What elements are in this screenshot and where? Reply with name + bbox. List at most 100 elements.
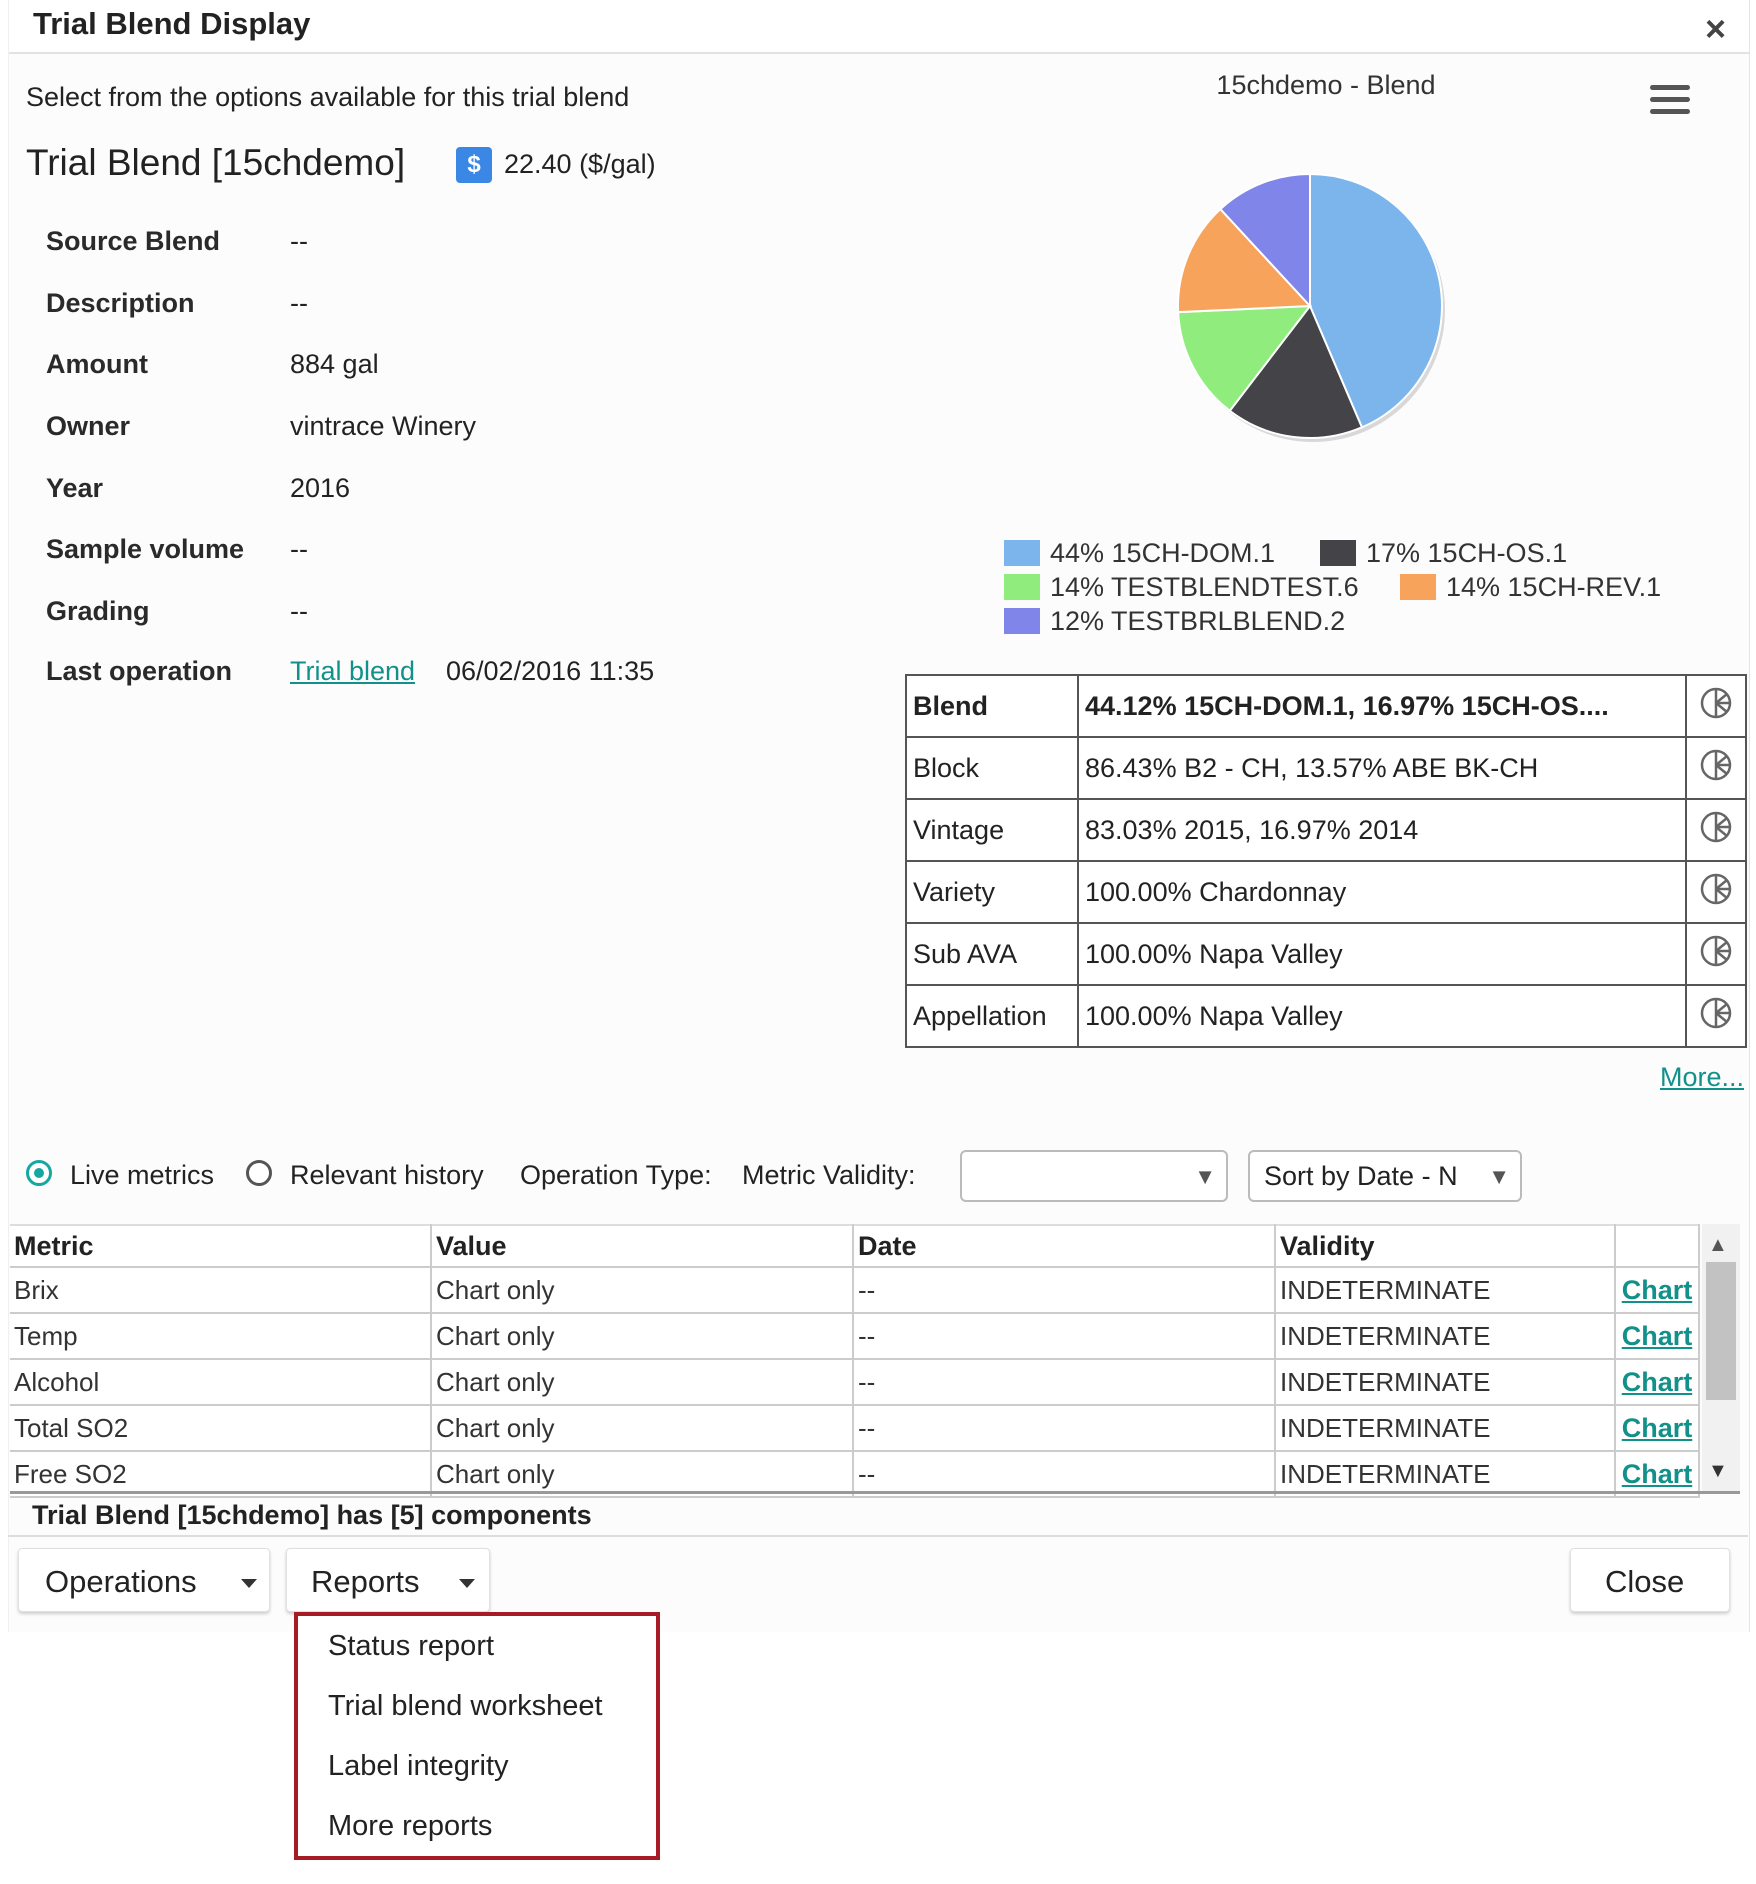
components-summary: Trial Blend [15chdemo] has [5] component… <box>32 1500 592 1530</box>
live-metrics-radio[interactable] <box>26 1160 52 1186</box>
cell-date: -- <box>853 1313 1276 1360</box>
pie-chart-icon[interactable] <box>1685 674 1747 738</box>
legend-item[interactable]: 44% 15CH-DOM.1 <box>1004 538 1275 569</box>
property-value: -- <box>290 534 308 564</box>
menu-item-trial-blend-worksheet[interactable]: Trial blend worksheet <box>328 1690 603 1723</box>
more-link[interactable]: More... <box>1660 1062 1744 1093</box>
menu-item-more-reports[interactable]: More reports <box>328 1810 492 1843</box>
legend-swatch <box>1004 608 1040 634</box>
dollar-icon[interactable]: $ <box>456 147 492 183</box>
property-value: -- <box>290 596 308 626</box>
chart-title: 15chdemo - Blend <box>1216 70 1436 100</box>
composition-value: 44.12% 15CH-DOM.1, 16.97% 15CH-OS.... <box>1077 674 1687 738</box>
property-value: 2016 <box>290 473 351 503</box>
composition-key: Blend <box>905 674 1079 738</box>
pie-chart-icon[interactable] <box>1685 798 1747 862</box>
composition-table: Blend 44.12% 15CH-DOM.1, 16.97% 15CH-OS..… <box>905 674 1747 1048</box>
close-button[interactable]: Close <box>1570 1548 1730 1612</box>
last-operation-label: Last operation <box>46 656 233 686</box>
instructions-text: Select from the options available for th… <box>26 82 630 112</box>
composition-value: 100.00% Napa Valley <box>1077 922 1687 986</box>
cell-value: Chart only <box>431 1405 854 1452</box>
chart-link[interactable]: Chart <box>1615 1405 1700 1452</box>
table-divider <box>10 1491 1740 1494</box>
column-header-value[interactable]: Value <box>431 1224 854 1268</box>
pie-chart-icon[interactable] <box>1685 984 1747 1048</box>
cell-value: Chart only <box>431 1359 854 1406</box>
close-icon[interactable]: × <box>1705 8 1726 50</box>
dropdown-arrow-icon: ▼ <box>1194 1164 1216 1189</box>
legend-item[interactable]: 12% TESTBRLBLEND.2 <box>1004 606 1345 637</box>
scrollbar-thumb[interactable] <box>1706 1262 1736 1400</box>
legend-swatch <box>1400 574 1436 600</box>
cell-date: -- <box>853 1267 1276 1314</box>
cell-validity: INDETERMINATE <box>1275 1405 1616 1452</box>
legend-item[interactable]: 17% 15CH-OS.1 <box>1320 538 1567 569</box>
composition-value: 100.00% Napa Valley <box>1077 984 1687 1048</box>
legend-item[interactable]: 14% TESTBLENDTEST.6 <box>1004 572 1359 603</box>
reports-button[interactable]: Reports <box>286 1548 490 1612</box>
property-label: Grading <box>46 596 150 626</box>
composition-key: Vintage <box>905 798 1079 862</box>
composition-row: Sub AVA 100.00% Napa Valley <box>905 922 1747 986</box>
composition-row: Block 86.43% B2 - CH, 13.57% ABE BK-CH <box>905 736 1747 800</box>
pie-chart-icon[interactable] <box>1685 922 1747 986</box>
composition-key: Appellation <box>905 984 1079 1048</box>
relevant-history-label: Relevant history <box>290 1160 484 1190</box>
cell-validity: INDETERMINATE <box>1275 1267 1616 1314</box>
dialog-title: Trial Blend Display <box>33 6 311 41</box>
blend-title: Trial Blend [15chdemo] <box>26 142 406 183</box>
chart-link[interactable]: Chart <box>1615 1267 1700 1314</box>
property-value: vintrace Winery <box>290 411 477 441</box>
composition-key: Sub AVA <box>905 922 1079 986</box>
cell-metric: Brix <box>10 1267 432 1314</box>
chart-link[interactable]: Chart <box>1615 1313 1700 1360</box>
pie-chart-icon[interactable] <box>1685 736 1747 800</box>
live-metrics-label: Live metrics <box>70 1160 215 1190</box>
column-header-validity[interactable]: Validity <box>1275 1224 1616 1268</box>
chart-menu-icon[interactable] <box>1650 85 1690 115</box>
scroll-up-icon[interactable]: ▲ <box>1708 1234 1728 1257</box>
price-per-gallon: 22.40 ($/gal) <box>504 149 656 179</box>
property-label: Owner <box>46 411 131 441</box>
caret-down-icon <box>241 1579 257 1588</box>
composition-row: Blend 44.12% 15CH-DOM.1, 16.97% 15CH-OS..… <box>905 674 1747 738</box>
last-operation-date: 06/02/2016 11:35 <box>446 656 655 686</box>
chart-link[interactable]: Chart <box>1615 1359 1700 1406</box>
menu-item-label-integrity[interactable]: Label integrity <box>328 1750 509 1783</box>
caret-down-icon <box>459 1579 475 1588</box>
composition-row: Vintage 83.03% 2015, 16.97% 2014 <box>905 798 1747 862</box>
pie-chart-icon[interactable] <box>1685 860 1747 924</box>
cell-validity: INDETERMINATE <box>1275 1359 1616 1406</box>
last-operation-link[interactable]: Trial blend <box>290 656 415 687</box>
composition-value: 83.03% 2015, 16.97% 2014 <box>1077 798 1687 862</box>
property-label: Source Blend <box>46 226 221 256</box>
composition-key: Block <box>905 736 1079 800</box>
column-header-metric[interactable]: Metric <box>10 1224 432 1268</box>
operations-button[interactable]: Operations <box>18 1548 270 1612</box>
table-row: Brix Chart only -- INDETERMINATE Chart <box>10 1267 1700 1314</box>
composition-value: 100.00% Chardonnay <box>1077 860 1687 924</box>
cell-value: Chart only <box>431 1267 854 1314</box>
composition-row: Variety 100.00% Chardonnay <box>905 860 1747 924</box>
reports-dropdown-menu: Status report Trial blend worksheet Labe… <box>294 1612 660 1860</box>
column-header-action <box>1615 1224 1700 1268</box>
metric-validity-select[interactable]: ▼ <box>960 1150 1228 1202</box>
column-header-date[interactable]: Date <box>853 1224 1276 1268</box>
property-value: -- <box>290 288 308 318</box>
metrics-table: Metric Value Date Validity Brix Chart onl… <box>10 1224 1700 1498</box>
table-row: Alcohol Chart only -- INDETERMINATE Chart <box>10 1359 1700 1406</box>
cell-metric: Temp <box>10 1313 432 1360</box>
dropdown-arrow-icon: ▼ <box>1488 1164 1510 1189</box>
relevant-history-radio[interactable] <box>246 1160 272 1186</box>
menu-item-status-report[interactable]: Status report <box>328 1630 494 1663</box>
dialog-titlebar: Trial Blend Display × <box>9 0 1749 54</box>
sort-select[interactable]: Sort by Date - N ▼ <box>1248 1150 1522 1202</box>
scroll-down-icon[interactable]: ▼ <box>1708 1460 1728 1483</box>
cell-metric: Alcohol <box>10 1359 432 1406</box>
legend-item[interactable]: 14% 15CH-REV.1 <box>1400 572 1661 603</box>
table-row: Total SO2 Chart only -- INDETERMINATE Chart <box>10 1405 1700 1452</box>
legend-swatch <box>1320 540 1356 566</box>
metric-validity-label: Metric Validity: <box>742 1160 916 1190</box>
property-label: Sample volume <box>46 534 245 564</box>
